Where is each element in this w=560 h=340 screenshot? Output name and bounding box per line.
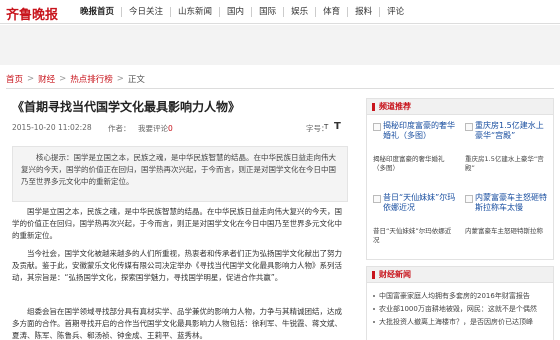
article-paragraph: 国学是立国之本，民族之魂，是中华民族智慧的结晶。在中华民族日益走向伟大复兴的今天… [12, 207, 342, 240]
nav-item-international[interactable]: 国际 [252, 0, 283, 24]
news-item-text[interactable]: 大批投资人撤离上海楼市？，是否因房价已达顶峰 [379, 318, 533, 326]
breadcrumb-hot-ranking[interactable]: 热点排行榜 [70, 73, 113, 85]
article-title: 《首期寻找当代国学文化最具影响力人物》 [12, 100, 241, 114]
recommend-item-desc[interactable]: 揭秘印度富豪的奢华婚礼（多图） [373, 155, 457, 173]
finance-news-box: 财经新闻 中国富豪家庭人均拥有多套房的2016年财富报告 农业部1000万亩耕地… [366, 266, 554, 340]
font-size-large-button[interactable]: T [334, 121, 341, 132]
breadcrumb-separator: > [116, 74, 124, 84]
font-size-small-button[interactable]: T [324, 123, 328, 131]
box-header: 频道推荐 [367, 99, 553, 115]
header-accent-bar [372, 271, 375, 279]
finance-news-title: 财经新闻 [379, 270, 411, 279]
breadcrumb-finance[interactable]: 财经 [38, 73, 55, 85]
nav-item-today[interactable]: 今日关注 [122, 0, 170, 24]
breadcrumb-divider [6, 88, 554, 89]
header-accent-bar [372, 103, 375, 111]
main-nav: 晚报首页 今日关注 山东新闻 国内 国际 娱乐 体育 报料 评论 [73, 0, 411, 24]
article-paragraph: 当今社会，国学文化被越来越多的人们所重视，热衷者和传承者们正为弘扬国学文化献出了… [12, 249, 342, 282]
breadcrumb: 首页 > 财经 > 热点排行榜 > 正文 [6, 72, 145, 86]
nav-item-sports[interactable]: 体育 [316, 0, 347, 24]
summary-text: 核心提示：国学是立国之本，民族之魂，是中华民族智慧的结晶。在中华民族日益走向伟大… [21, 153, 336, 186]
box-header: 财经新闻 [367, 267, 553, 283]
nav-item-tipoff[interactable]: 报料 [348, 0, 379, 24]
news-item[interactable]: 农业部1000万亩耕地被毁，网民：这就不是个偶然 [373, 304, 551, 315]
breadcrumb-separator: > [27, 74, 35, 84]
news-item-text[interactable]: 农业部1000万亩耕地被毁，网民：这就不是个偶然 [379, 305, 537, 313]
recommend-item[interactable]: 重庆房1.5亿建水上豪华“宫殿” 重庆房1.5亿建水上豪华“宫殿” [465, 121, 549, 185]
breadcrumb-home[interactable]: 首页 [6, 73, 23, 85]
breadcrumb-current: 正文 [127, 75, 145, 85]
nav-item-domestic[interactable]: 国内 [220, 0, 251, 24]
comment-count[interactable]: 0 [168, 124, 173, 133]
top-navigation-bar: 齐鲁晚报 晚报首页 今日关注 山东新闻 国内 国际 娱乐 体育 报料 评论 [0, 0, 560, 24]
article-summary: 核心提示：国学是立国之本，民族之魂，是中华民族智慧的结晶。在中华民族日益走向伟大… [12, 146, 348, 202]
recommend-item[interactable]: 揭秘印度富豪的奢华婚礼（多图） 揭秘印度富豪的奢华婚礼（多图） [373, 121, 457, 185]
recommend-item-desc[interactable]: 内蒙富豪车主怒砸特斯拉称 [465, 227, 549, 236]
publish-time: 2015-10-20 11:02:28 [12, 123, 92, 132]
recommend-item-desc[interactable]: 重庆房1.5亿建水上豪华“宫殿” [465, 155, 549, 173]
channel-recommend-title: 频道推荐 [379, 102, 411, 111]
nav-item-shandong[interactable]: 山东新闻 [171, 0, 219, 24]
nav-item-home[interactable]: 晚报首页 [73, 0, 121, 24]
site-logo[interactable]: 齐鲁晚报 [6, 4, 58, 23]
nav-item-entertainment[interactable]: 娱乐 [284, 0, 315, 24]
bullet-icon [373, 321, 375, 323]
banner-strip [0, 25, 560, 65]
article-meta: 2015-10-20 11:02:28 作者： 我要评论0 字号： T T [12, 121, 348, 135]
news-item-text[interactable]: 中国富豪家庭人均拥有多套房的2016年财富报告 [379, 292, 530, 300]
bullet-icon [373, 295, 375, 297]
comment-link[interactable]: 我要评论0 [138, 123, 173, 134]
article: 《首期寻找当代国学文化最具影响力人物》 2015-10-20 11:02:28 … [10, 94, 350, 340]
recommend-item-title[interactable]: 内蒙富豪车主怒砸特斯拉称车太慢 [475, 193, 549, 213]
broken-image-icon [465, 195, 473, 203]
nav-item-comment[interactable]: 评论 [380, 0, 411, 24]
bullet-icon [373, 308, 375, 310]
article-paragraph: 组委会旨在国学领域寻找部分具有真材实学、品学兼优的影响力人物，力争与其精诚团结，… [12, 307, 342, 340]
broken-image-icon [465, 123, 473, 131]
recommend-item[interactable]: 内蒙富豪车主怒砸特斯拉称车太慢 内蒙富豪车主怒砸特斯拉称 [465, 193, 549, 257]
author-label: 作者： [108, 124, 131, 133]
news-item[interactable]: 大批投资人撤离上海楼市？，是否因房价已达顶峰 [373, 317, 551, 328]
recommend-item-title[interactable]: 重庆房1.5亿建水上豪华“宫殿” [475, 121, 549, 141]
channel-recommend-box: 频道推荐 揭秘印度富豪的奢华婚礼（多图） 揭秘印度富豪的奢华婚礼（多图） 重庆房… [366, 98, 554, 260]
news-item[interactable]: 中国富豪家庭人均拥有多套房的2016年财富报告 [373, 291, 551, 302]
sidebar: 频道推荐 揭秘印度富豪的奢华婚礼（多图） 揭秘印度富豪的奢华婚礼（多图） 重庆房… [366, 94, 554, 340]
recommend-item[interactable]: 昔日“天仙妹妹”尔玛依娜近况 昔日“天仙妹妹”尔玛依娜近况 [373, 193, 457, 257]
recommend-item-title[interactable]: 揭秘印度富豪的奢华婚礼（多图） [383, 121, 457, 141]
broken-image-icon [373, 195, 381, 203]
broken-image-icon [373, 123, 381, 131]
comment-label[interactable]: 我要评论 [138, 124, 168, 133]
breadcrumb-separator: > [59, 74, 67, 84]
recommend-item-title[interactable]: 昔日“天仙妹妹”尔玛依娜近况 [383, 193, 457, 213]
recommend-item-desc[interactable]: 昔日“天仙妹妹”尔玛依娜近况 [373, 227, 457, 245]
